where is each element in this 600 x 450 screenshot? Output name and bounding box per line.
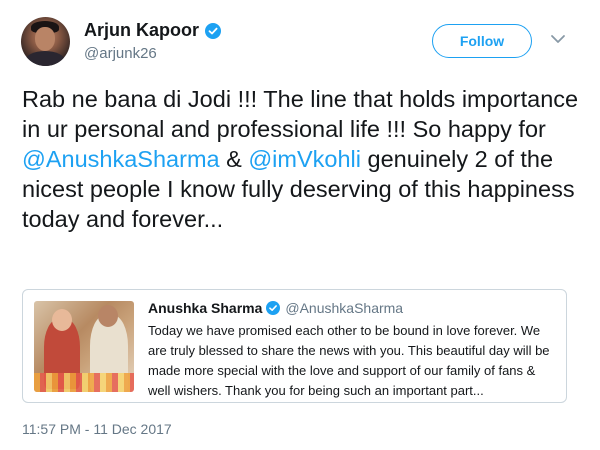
mention-link[interactable]: @AnushkaSharma: [22, 146, 220, 172]
author-avatar[interactable]: [21, 17, 70, 66]
follow-button[interactable]: Follow: [432, 24, 532, 58]
quoted-author-handle: @AnushkaSharma: [285, 300, 404, 316]
quoted-tweet-card[interactable]: Anushka Sharma @AnushkaSharma Today we h…: [22, 289, 567, 403]
author-name[interactable]: Arjun Kapoor: [84, 20, 199, 41]
quoted-author-name: Anushka Sharma: [148, 300, 263, 316]
quoted-tweet-image[interactable]: [34, 301, 134, 392]
quoted-tweet-text: Today we have promised each other to be …: [148, 323, 550, 398]
avatar-body: [25, 51, 65, 66]
chevron-down-icon[interactable]: [550, 32, 566, 44]
verified-badge-icon: [266, 301, 281, 315]
tweet-text-part: Rab ne bana di Jodi !!! The line that ho…: [22, 86, 579, 142]
quoted-tweet-header: Anushka Sharma @AnushkaSharma: [148, 300, 403, 316]
avatar-face: [35, 27, 55, 51]
tweet-text-part: &: [219, 146, 249, 172]
author-handle[interactable]: @arjunk26: [84, 45, 157, 62]
mention-link[interactable]: @imVkohli: [248, 146, 361, 172]
image-person-groom-head: [98, 305, 118, 327]
verified-badge-icon: [205, 22, 221, 39]
tweet-text: Rab ne bana di Jodi !!! The line that ho…: [22, 84, 582, 234]
image-flowers: [34, 373, 134, 392]
tweet-timestamp[interactable]: 11:57 PM - 11 Dec 2017: [22, 421, 172, 437]
image-person-bride-head: [52, 309, 72, 331]
author-name-row[interactable]: Arjun Kapoor: [84, 20, 221, 41]
